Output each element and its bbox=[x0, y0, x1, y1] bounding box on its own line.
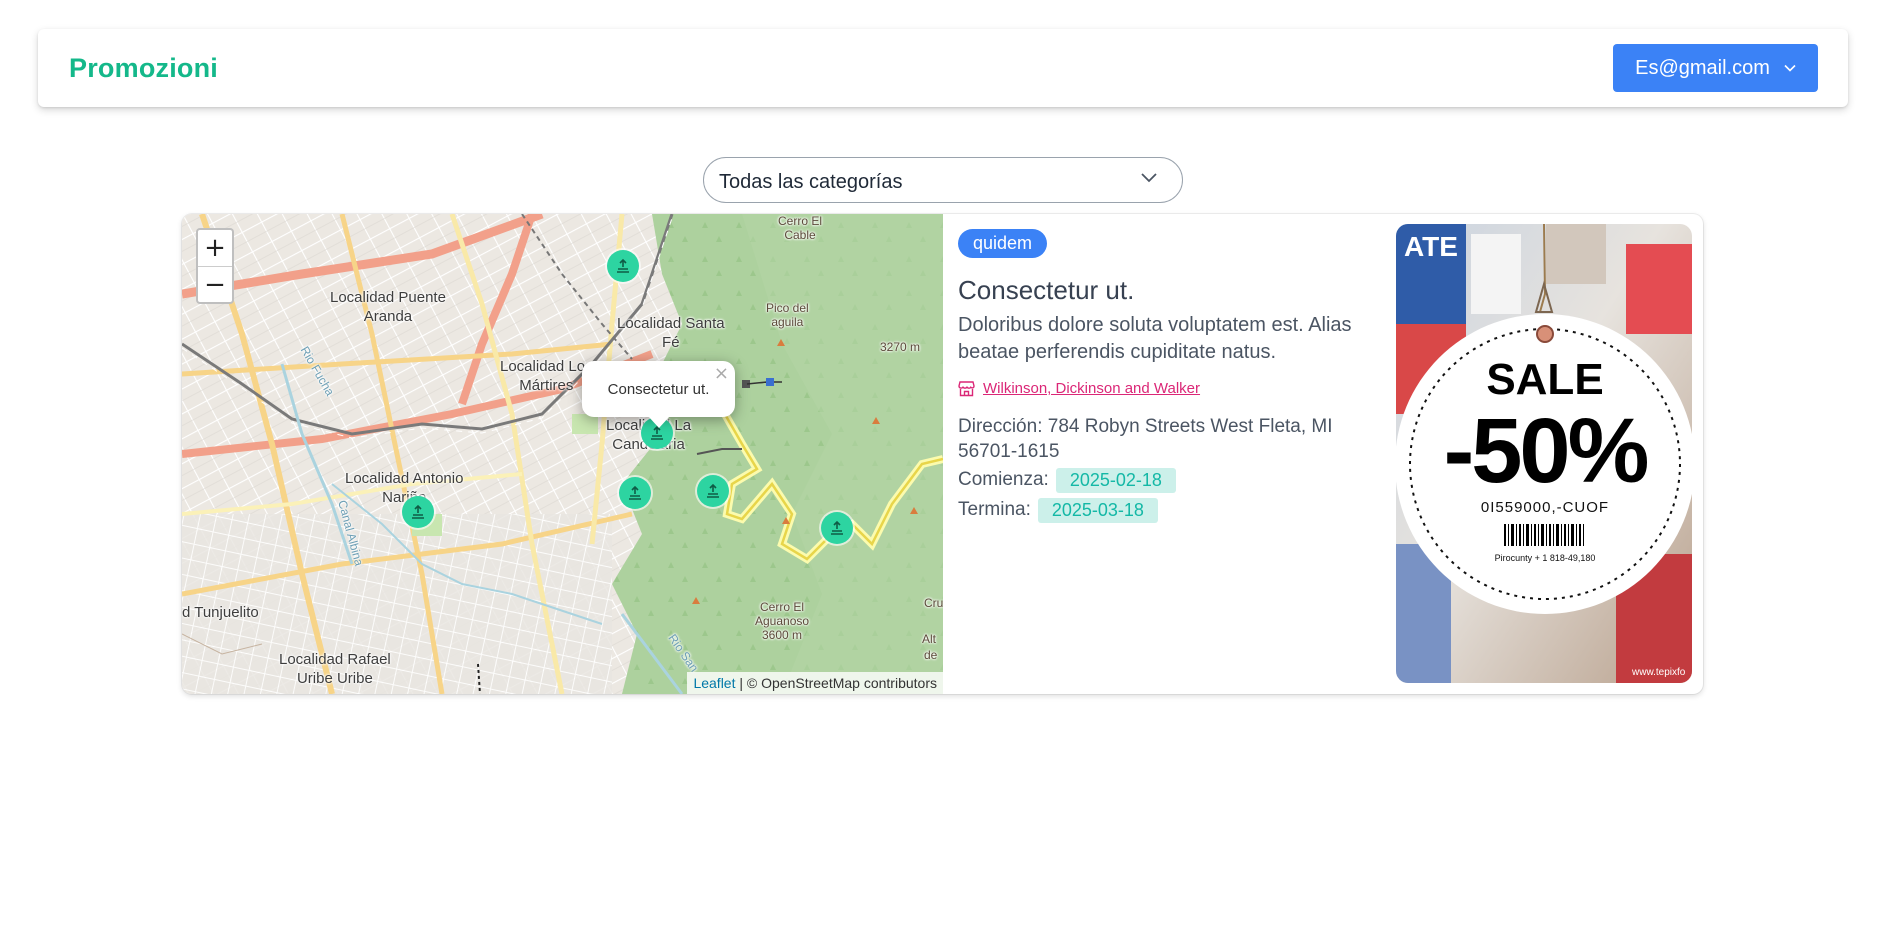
map-label-rafael-uribe: Localidad Rafael Uribe Uribe bbox=[279, 651, 391, 687]
map-tiles bbox=[182, 214, 943, 694]
map-marker[interactable] bbox=[697, 475, 729, 507]
map-marker[interactable] bbox=[821, 512, 853, 544]
popup-tip bbox=[648, 416, 670, 428]
promotion-description: Doloribus dolore soluta voluptatem est. … bbox=[958, 314, 1352, 363]
zoom-in-button[interactable]: + bbox=[198, 230, 232, 267]
marker-pin-icon bbox=[831, 520, 843, 535]
map-label-cru: Cru bbox=[924, 596, 943, 610]
top-navbar: Promozioni Es@gmail.com bbox=[38, 29, 1848, 107]
map-label-cerro-cable: Cerro El Cable bbox=[778, 214, 823, 242]
start-date-label: Comienza: bbox=[958, 469, 1049, 490]
map-marker[interactable] bbox=[402, 496, 434, 528]
chevron-down-icon bbox=[1141, 173, 1157, 183]
image-watermark: www.tepixfo bbox=[1631, 667, 1686, 678]
marker-pin-icon bbox=[629, 485, 641, 500]
user-menu-button[interactable]: Es@gmail.com bbox=[1613, 44, 1818, 92]
end-date-row: Termina: 2025-03-18 bbox=[958, 496, 1388, 524]
category-badge: quidem bbox=[958, 229, 1048, 258]
map-view[interactable]: Localidad Puente Aranda Localidad Santa … bbox=[182, 214, 943, 694]
start-date-chip: 2025-02-18 bbox=[1055, 467, 1176, 493]
map-label-martires: Localidad Los Mártires bbox=[500, 358, 593, 394]
marker-pin-icon bbox=[412, 504, 424, 519]
osm-attribution-text: | © OpenStreetMap contributors bbox=[735, 675, 937, 691]
barcode bbox=[1504, 524, 1584, 546]
map-label-de: de bbox=[924, 648, 938, 662]
brand-logo-text[interactable]: Promozioni bbox=[69, 53, 218, 84]
map-marker[interactable] bbox=[619, 477, 651, 509]
marker-pin-icon bbox=[617, 258, 629, 273]
start-date-row: Comienza: 2025-02-18 bbox=[958, 466, 1388, 494]
user-email: Es@gmail.com bbox=[1635, 56, 1770, 79]
sale-text: SALE bbox=[1486, 355, 1603, 404]
end-date-label: Termina: bbox=[958, 499, 1031, 520]
tag-small-text: Pirocunty + 1 818-49,180 bbox=[1495, 553, 1596, 563]
promotion-address: Dirección: 784 Robyn Streets West Fleta,… bbox=[958, 416, 1333, 462]
map-zoom-control: + − bbox=[196, 228, 234, 304]
chevron-down-icon bbox=[1784, 64, 1796, 72]
map-label-santa-fe: Localidad Santa Fé bbox=[617, 315, 725, 351]
map-label-pico-aguila: Pico del aguila bbox=[766, 301, 809, 329]
map-popup: Consectetur ut. × bbox=[582, 361, 735, 428]
promotion-image: ATE SALE -50% 0I559000,-CUOF Pirocunty +… bbox=[1396, 224, 1692, 683]
sale-tag-illustration: ATE SALE -50% 0I559000,-CUOF Pirocunty +… bbox=[1396, 224, 1692, 683]
leaflet-link[interactable]: Leaflet bbox=[693, 675, 735, 691]
store-icon bbox=[958, 381, 975, 397]
map-label-elevation: 3270 m bbox=[880, 340, 921, 354]
discount-text: -50% bbox=[1444, 400, 1648, 502]
promotion-details: quidem Consectetur ut. Doloribus dolore … bbox=[958, 229, 1388, 524]
store-row: Wilkinson, Dickinson and Walker bbox=[958, 380, 1388, 397]
map-label-tunjuelito: d Tunjuelito bbox=[182, 604, 259, 621]
store-link[interactable]: Wilkinson, Dickinson and Walker bbox=[983, 380, 1200, 397]
popup-close-button[interactable]: × bbox=[714, 363, 729, 384]
promotion-card: Localidad Puente Aranda Localidad Santa … bbox=[182, 214, 1703, 694]
promotion-title: Consectetur ut. bbox=[958, 275, 1135, 305]
map-attribution: Leaflet | © OpenStreetMap contributors bbox=[687, 672, 943, 694]
map-label-antonio-narino: Localidad Antonio Nariño bbox=[345, 470, 464, 506]
map-label-alt: Alt bbox=[922, 632, 937, 646]
marker-pin-icon bbox=[707, 483, 719, 498]
code-text: 0I559000,-CUOF bbox=[1481, 499, 1609, 516]
shelf-brand-text: ATE bbox=[1404, 231, 1458, 262]
map-label-puente-aranda: Localidad Puente Aranda bbox=[330, 289, 446, 325]
map-label-cerro-aguanoso: Cerro El Aguanoso 3600 m bbox=[755, 600, 810, 642]
map-popup-text: Consectetur ut. bbox=[607, 381, 710, 398]
end-date-chip: 2025-03-18 bbox=[1037, 497, 1158, 523]
category-select-value: Todas las categorías bbox=[719, 171, 903, 193]
category-select[interactable]: Todas las categorías bbox=[703, 157, 1183, 203]
map-marker[interactable] bbox=[607, 250, 639, 282]
zoom-out-button[interactable]: − bbox=[198, 267, 232, 302]
